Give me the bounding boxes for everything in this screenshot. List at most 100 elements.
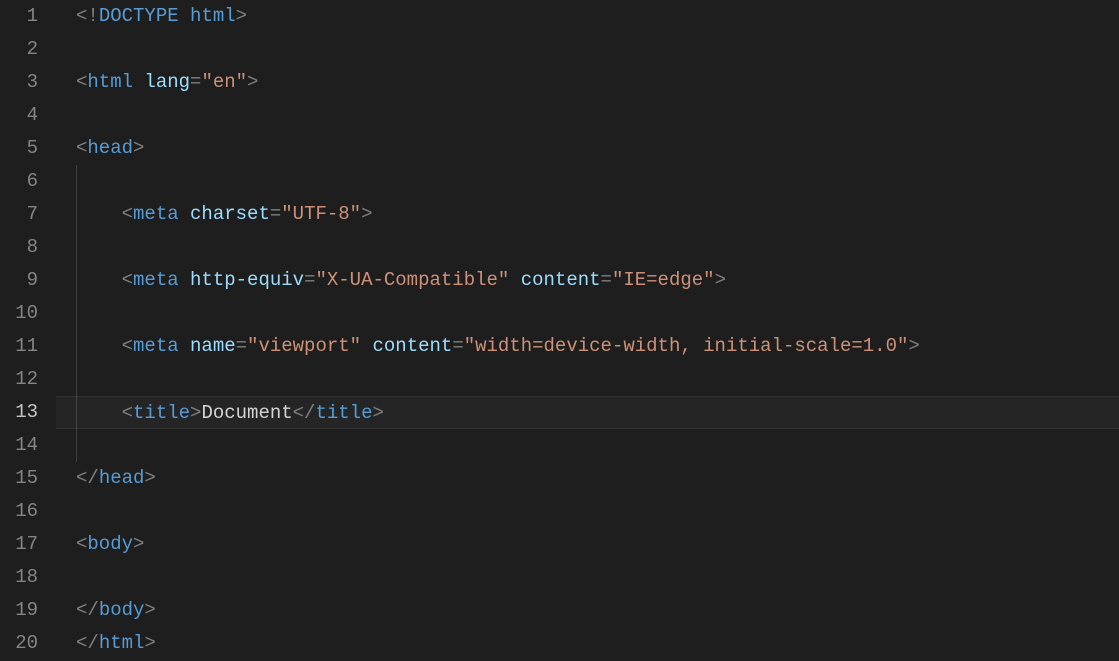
token-text [179, 335, 190, 357]
token-punct: > [144, 599, 155, 621]
token-tag: title [315, 402, 372, 424]
code-line[interactable]: <body> [76, 528, 1119, 561]
token-punct: = [452, 335, 463, 357]
token-punct: < [76, 71, 87, 93]
line-number: 17 [0, 528, 38, 561]
line-number: 5 [0, 132, 38, 165]
token-punct: > [908, 335, 919, 357]
token-punct: < [122, 203, 133, 225]
code-area[interactable]: <!DOCTYPE html><html lang="en"><head> <m… [56, 0, 1119, 661]
code-line[interactable]: <!DOCTYPE html> [76, 0, 1119, 33]
token-punct: = [190, 71, 201, 93]
token-punct: <! [76, 5, 99, 27]
line-number: 1 [0, 0, 38, 33]
token-str: "viewport" [247, 335, 361, 357]
token-punct: > [372, 402, 383, 424]
token-punct: < [122, 335, 133, 357]
code-line[interactable] [76, 99, 1119, 132]
line-number: 3 [0, 66, 38, 99]
token-text [133, 71, 144, 93]
token-str: "UTF-8" [281, 203, 361, 225]
token-tag: html [87, 71, 133, 93]
token-punct: = [304, 269, 315, 291]
code-line[interactable]: <meta name="viewport" content="width=dev… [76, 330, 1119, 363]
token-punct: = [236, 335, 247, 357]
code-line[interactable]: <meta charset="UTF-8"> [76, 198, 1119, 231]
line-number: 6 [0, 165, 38, 198]
token-punct: > [133, 137, 144, 159]
token-punct: < [76, 137, 87, 159]
token-punct: > [190, 402, 201, 424]
code-line[interactable] [76, 495, 1119, 528]
token-str: "en" [201, 71, 247, 93]
token-tag: title [133, 402, 190, 424]
token-doctype: DOCTYPE [99, 5, 179, 27]
code-line[interactable] [76, 429, 1119, 462]
token-punct: < [122, 402, 133, 424]
token-tag: meta [133, 335, 179, 357]
token-text [179, 203, 190, 225]
token-punct: </ [293, 402, 316, 424]
line-number: 15 [0, 462, 38, 495]
line-number: 19 [0, 594, 38, 627]
token-punct: = [270, 203, 281, 225]
line-number: 16 [0, 495, 38, 528]
line-number: 10 [0, 297, 38, 330]
token-punct: > [133, 533, 144, 555]
line-number: 13 [0, 396, 38, 429]
token-tag: body [99, 599, 145, 621]
token-tag: meta [133, 203, 179, 225]
token-str: "width=device-width, initial-scale=1.0" [464, 335, 909, 357]
token-tag: head [99, 467, 145, 489]
line-number: 8 [0, 231, 38, 264]
token-text [179, 5, 190, 27]
token-str: "X-UA-Compatible" [315, 269, 509, 291]
line-number: 12 [0, 363, 38, 396]
token-punct: > [361, 203, 372, 225]
code-line[interactable] [76, 363, 1119, 396]
token-text: Document [201, 402, 292, 424]
token-attr: content [521, 269, 601, 291]
code-line[interactable] [76, 165, 1119, 198]
token-attr: name [190, 335, 236, 357]
token-punct: > [144, 467, 155, 489]
line-number: 2 [0, 33, 38, 66]
code-line[interactable]: <head> [76, 132, 1119, 165]
token-text [179, 269, 190, 291]
line-number: 11 [0, 330, 38, 363]
token-tag: meta [133, 269, 179, 291]
token-attr: lang [144, 71, 190, 93]
code-line[interactable] [76, 561, 1119, 594]
token-punct: > [715, 269, 726, 291]
code-line[interactable]: <meta http-equiv="X-UA-Compatible" conte… [76, 264, 1119, 297]
token-text [361, 335, 372, 357]
token-punct: > [236, 5, 247, 27]
code-line[interactable]: </html> [76, 627, 1119, 660]
token-attr: http-equiv [190, 269, 304, 291]
code-line[interactable]: <html lang="en"> [76, 66, 1119, 99]
token-punct: > [144, 632, 155, 654]
line-number: 14 [0, 429, 38, 462]
token-punct: = [601, 269, 612, 291]
token-attr: charset [190, 203, 270, 225]
code-line[interactable]: <title>Document</title> [56, 396, 1119, 429]
token-punct: < [122, 269, 133, 291]
token-text [509, 269, 520, 291]
code-line[interactable] [76, 33, 1119, 66]
code-line[interactable] [76, 297, 1119, 330]
token-tag: head [87, 137, 133, 159]
token-punct: </ [76, 632, 99, 654]
code-editor[interactable]: 1234567891011121314151617181920 <!DOCTYP… [0, 0, 1119, 661]
token-str: "IE=edge" [612, 269, 715, 291]
token-attr: content [372, 335, 452, 357]
line-number: 20 [0, 627, 38, 660]
line-number: 7 [0, 198, 38, 231]
token-punct: > [247, 71, 258, 93]
code-line[interactable]: </body> [76, 594, 1119, 627]
line-number-gutter: 1234567891011121314151617181920 [0, 0, 56, 661]
code-line[interactable] [76, 231, 1119, 264]
code-line[interactable]: </head> [76, 462, 1119, 495]
line-number: 9 [0, 264, 38, 297]
token-punct: < [76, 533, 87, 555]
token-tag: html [99, 632, 145, 654]
